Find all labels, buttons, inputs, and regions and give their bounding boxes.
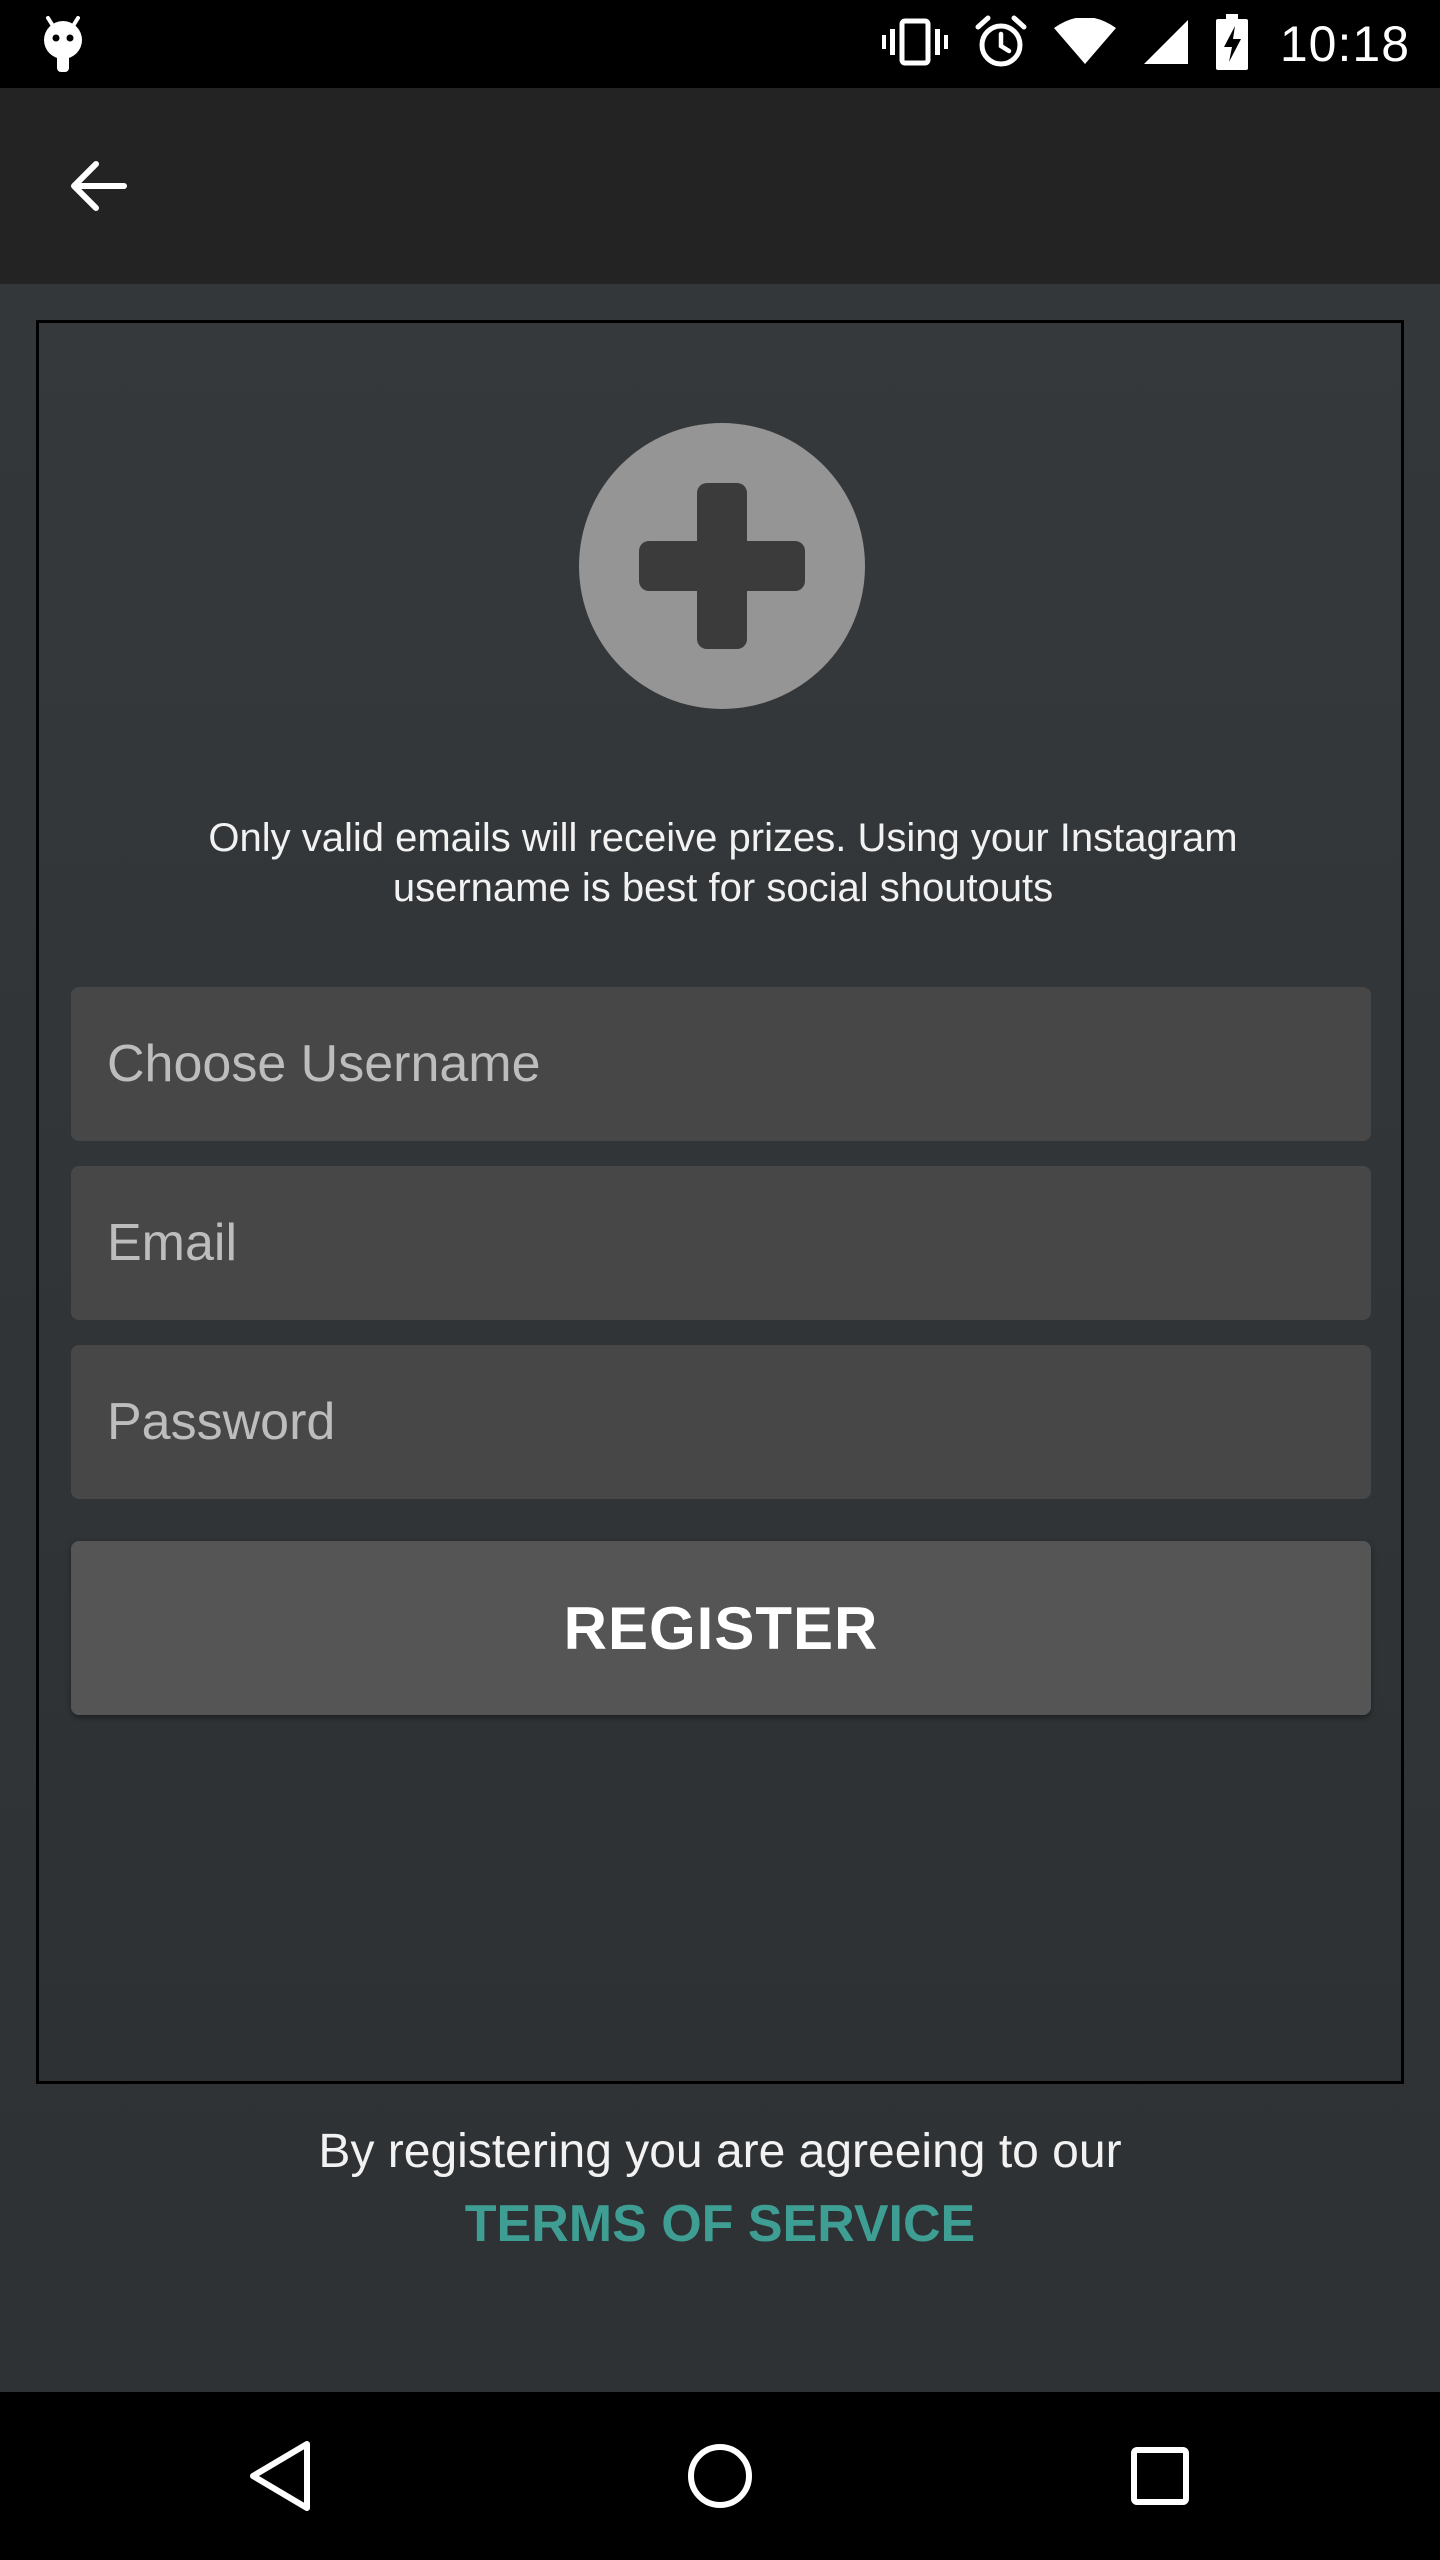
password-input[interactable]: [71, 1345, 1371, 1499]
nav-home-icon: [688, 2444, 752, 2508]
nav-recents-button[interactable]: [1110, 2426, 1210, 2526]
back-button[interactable]: [50, 138, 146, 234]
register-screen: Only valid emails will receive prizes. U…: [0, 284, 1440, 2392]
register-button[interactable]: REGISTER: [71, 1541, 1371, 1715]
add-avatar-button[interactable]: [579, 423, 865, 709]
vibrate-icon: [881, 17, 948, 72]
register-card: Only valid emails will receive prizes. U…: [36, 320, 1404, 2084]
arrow-back-icon: [71, 161, 127, 211]
status-bar: 10:18: [0, 0, 1440, 88]
battery-charging-icon: [1215, 13, 1248, 75]
email-input[interactable]: [71, 1166, 1371, 1320]
terms-notice: By registering you are agreeing to our: [318, 2125, 1122, 2178]
nav-home-button[interactable]: [670, 2426, 770, 2526]
nav-recents-icon: [1131, 2447, 1189, 2505]
app-bar: [0, 88, 1440, 284]
status-time: 10:18: [1279, 16, 1410, 72]
username-input[interactable]: [71, 987, 1371, 1141]
terms-of-service-link[interactable]: TERMS OF SERVICE: [0, 2194, 1440, 2254]
add-photo-icon: [639, 483, 805, 649]
alarm-icon: [974, 15, 1028, 74]
nav-back-icon: [250, 2441, 310, 2511]
status-icons: 10:18: [881, 0, 1410, 88]
android-debug-icon: [38, 14, 88, 74]
cell-signal-icon: [1142, 18, 1190, 71]
nav-back-button[interactable]: [230, 2426, 330, 2526]
system-nav-bar: [0, 2392, 1440, 2560]
registration-hint: Only valid emails will receive prizes. U…: [208, 816, 1238, 910]
wifi-icon: [1053, 16, 1116, 71]
